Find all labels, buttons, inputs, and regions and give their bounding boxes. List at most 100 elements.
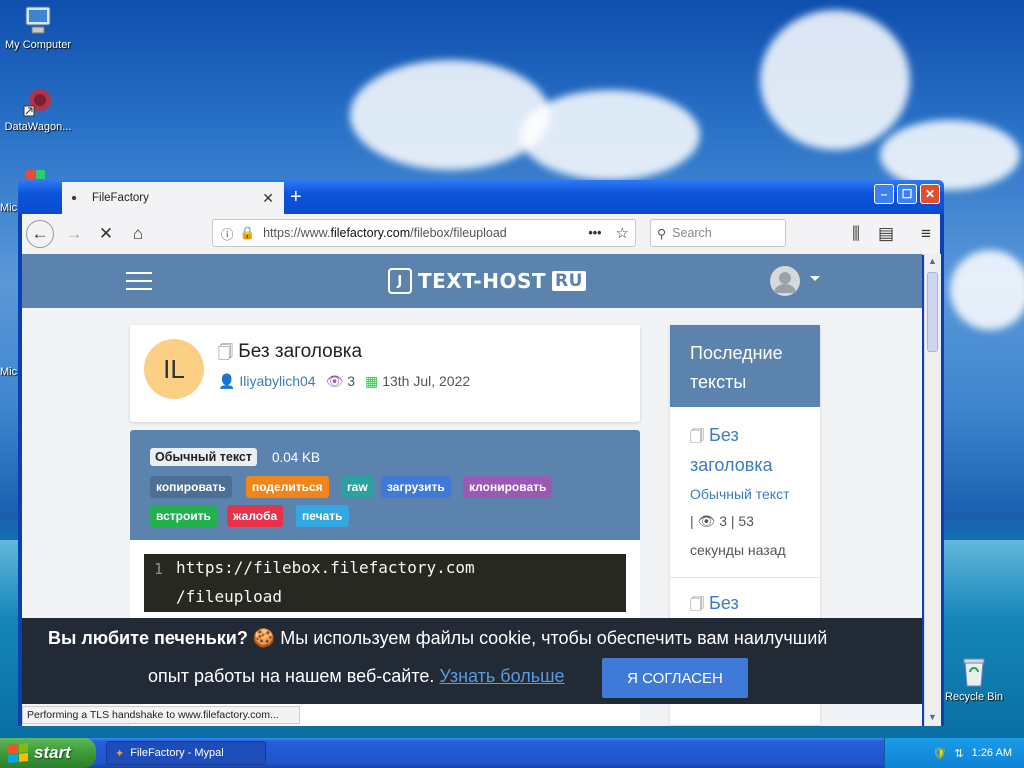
paste-meta: 👤 Iliyabylich04 👁 3 ▦ 13th Jul, 2022	[218, 373, 470, 390]
recent-paste-time: секунды назад	[690, 542, 786, 558]
download-button[interactable]: загрузить	[381, 476, 451, 498]
desktop-icon-label: Recycle Bin	[944, 691, 1004, 703]
user-icon: 👤	[218, 373, 236, 389]
menu-icon[interactable]: ≡	[914, 222, 938, 246]
windows-logo-icon	[8, 742, 28, 764]
author-avatar: IL	[144, 339, 204, 399]
stop-loading-button[interactable]: ✕	[94, 222, 118, 246]
cookie-text: 🍪 Мы используем файлы cookie, чтобы обес…	[252, 628, 828, 648]
recent-paste-type[interactable]: Обычный текст	[690, 486, 790, 502]
logo-suffix: RU	[552, 271, 586, 291]
desktop-icon-recycle-bin[interactable]: Recycle Bin	[936, 656, 1012, 703]
agree-button[interactable]: Я СОГЛАСЕН	[602, 658, 748, 698]
address-bar[interactable]: ⓘ 🔒 https://www. filefactory.com/filebox/…	[212, 219, 636, 247]
paste-info-card: IL 🗍 Без заголовка 👤 Iliyabylich04 👁 3 ▦…	[130, 325, 640, 422]
browser-window: FileFactory ✕ + – ☐ ✕ ← → ✕ ⌂ ⓘ 🔒 https:…	[18, 180, 944, 726]
vertical-scrollbar[interactable]: ▲ ▼	[924, 254, 941, 726]
desktop-icon-label: Mic	[0, 366, 18, 378]
security-shield-icon[interactable]: 🛡	[932, 747, 946, 760]
chevron-down-icon[interactable]	[810, 276, 820, 281]
cookie-banner: Вы любите печеньки? 🍪 Мы используем файл…	[22, 618, 922, 704]
start-button[interactable]: start	[0, 738, 96, 768]
taskbar-item-label: FileFactory - Mypal	[130, 747, 224, 759]
syntax-badge: Обычный текст	[150, 448, 257, 466]
recent-paste-title: Без	[709, 425, 739, 445]
eye-icon: 👁	[325, 373, 344, 389]
raw-button[interactable]: raw	[341, 476, 374, 498]
cloud	[950, 250, 1024, 330]
share-button[interactable]: поделиться	[246, 476, 329, 498]
cloud	[760, 10, 910, 150]
scroll-down-icon[interactable]: ▼	[928, 712, 937, 722]
start-label: start	[34, 743, 71, 762]
scrollbar-thumb[interactable]	[927, 272, 938, 352]
maximize-button[interactable]: ☐	[897, 184, 917, 204]
recent-paste-views: | 👁 3 | 53	[690, 513, 754, 529]
author-link[interactable]: 👤 Iliyabylich04	[218, 373, 316, 390]
site-logo[interactable]: J TEXT-HOST RU	[388, 268, 586, 294]
print-button[interactable]: печать	[296, 505, 349, 527]
desktop-icon-my-computer[interactable]: My Computer	[0, 4, 76, 51]
forward-button[interactable]: →	[62, 222, 86, 246]
date-value: 13th Jul, 2022	[382, 373, 471, 389]
hamburger-menu-icon[interactable]	[126, 272, 152, 296]
report-button[interactable]: жалоба	[227, 505, 284, 527]
learn-more-link[interactable]: Узнать больше	[439, 666, 564, 686]
computer-icon	[22, 4, 54, 36]
system-tray: 🛡 ⇅ 1:26 AM	[884, 738, 1024, 768]
sidebar-toggle-icon[interactable]: ▤	[874, 222, 898, 246]
datawagon-icon	[22, 86, 54, 118]
page-viewport: J TEXT-HOST RU IL 🗍 Без заголовка 👤 Iliy…	[22, 254, 922, 726]
close-window-button[interactable]: ✕	[920, 184, 940, 204]
search-input[interactable]: ⚲ Search	[650, 219, 786, 247]
new-tab-button[interactable]: +	[290, 186, 302, 209]
cookie-text: опыт работы на нашем веб-сайте.	[148, 666, 435, 686]
minimize-button[interactable]: –	[874, 184, 894, 204]
navigation-toolbar: ← → ✕ ⌂ ⓘ 🔒 https://www. filefactory.com /…	[22, 214, 940, 255]
clock[interactable]: 1:26 AM	[972, 747, 1012, 759]
recent-paste-link[interactable]: 🗍 Без заголовка	[690, 421, 773, 480]
loading-dot-icon	[72, 196, 76, 200]
paste-date: ▦ 13th Jul, 2022	[365, 373, 470, 390]
search-placeholder: Search	[672, 226, 712, 240]
clone-button[interactable]: клонировать	[463, 476, 553, 498]
recent-paste-link[interactable]: 🗍 Без	[690, 589, 739, 619]
tab-title: FileFactory	[92, 192, 149, 204]
copy-button[interactable]: копировать	[150, 476, 232, 498]
user-avatar-icon[interactable]	[770, 266, 800, 296]
author-name: Iliyabylich04	[239, 373, 316, 389]
back-button[interactable]: ←	[26, 220, 54, 248]
page-title: 🗍 Без заголовка	[218, 341, 362, 367]
embed-button[interactable]: встроить	[150, 505, 217, 527]
network-icon[interactable]: ⇅	[954, 747, 963, 760]
desktop-icon-datawagon[interactable]: DataWagon...	[0, 86, 76, 133]
logo-mark: J	[388, 268, 412, 294]
search-icon: ⚲	[657, 226, 667, 241]
status-bar: Performing a TLS handshake to www.filefa…	[22, 706, 300, 724]
recent-paste-title: Без	[709, 593, 739, 613]
cloud	[520, 90, 700, 180]
library-icon[interactable]: ⫼	[844, 222, 868, 246]
document-icon: 🗍	[690, 596, 704, 612]
url-prefix: https://www.	[263, 226, 331, 240]
desktop-icon-label: My Computer	[4, 39, 72, 51]
calendar-icon: ▦	[365, 373, 379, 389]
sidebar-heading-line: Последние	[690, 343, 783, 363]
code-block[interactable]: 1 https://filebox.filefactory.com /fileu…	[144, 554, 626, 612]
url-domain: filefactory.com	[330, 226, 411, 240]
document-icon: 🗍	[218, 344, 233, 361]
tab-filefactory[interactable]: FileFactory ✕	[62, 182, 284, 214]
divider	[670, 577, 820, 578]
sidebar-heading-line: тексты	[690, 372, 747, 392]
tab-close-icon[interactable]: ✕	[262, 190, 274, 207]
home-button[interactable]: ⌂	[126, 222, 150, 246]
info-icon[interactable]: ⓘ	[221, 224, 234, 243]
paste-title-text: Без заголовка	[238, 341, 363, 362]
taskbar-item-browser[interactable]: ✦ FileFactory - Mypal	[106, 741, 266, 765]
scroll-up-icon[interactable]: ▲	[928, 256, 937, 266]
site-header: J TEXT-HOST RU	[22, 254, 922, 308]
cookie-message-line2: опыт работы на нашем веб-сайте. Узнать б…	[148, 666, 565, 687]
desktop-icon-label: DataWagon...	[4, 121, 72, 133]
page-actions-icon[interactable]: •••	[588, 226, 601, 240]
bookmark-star-icon[interactable]: ☆	[616, 224, 629, 242]
